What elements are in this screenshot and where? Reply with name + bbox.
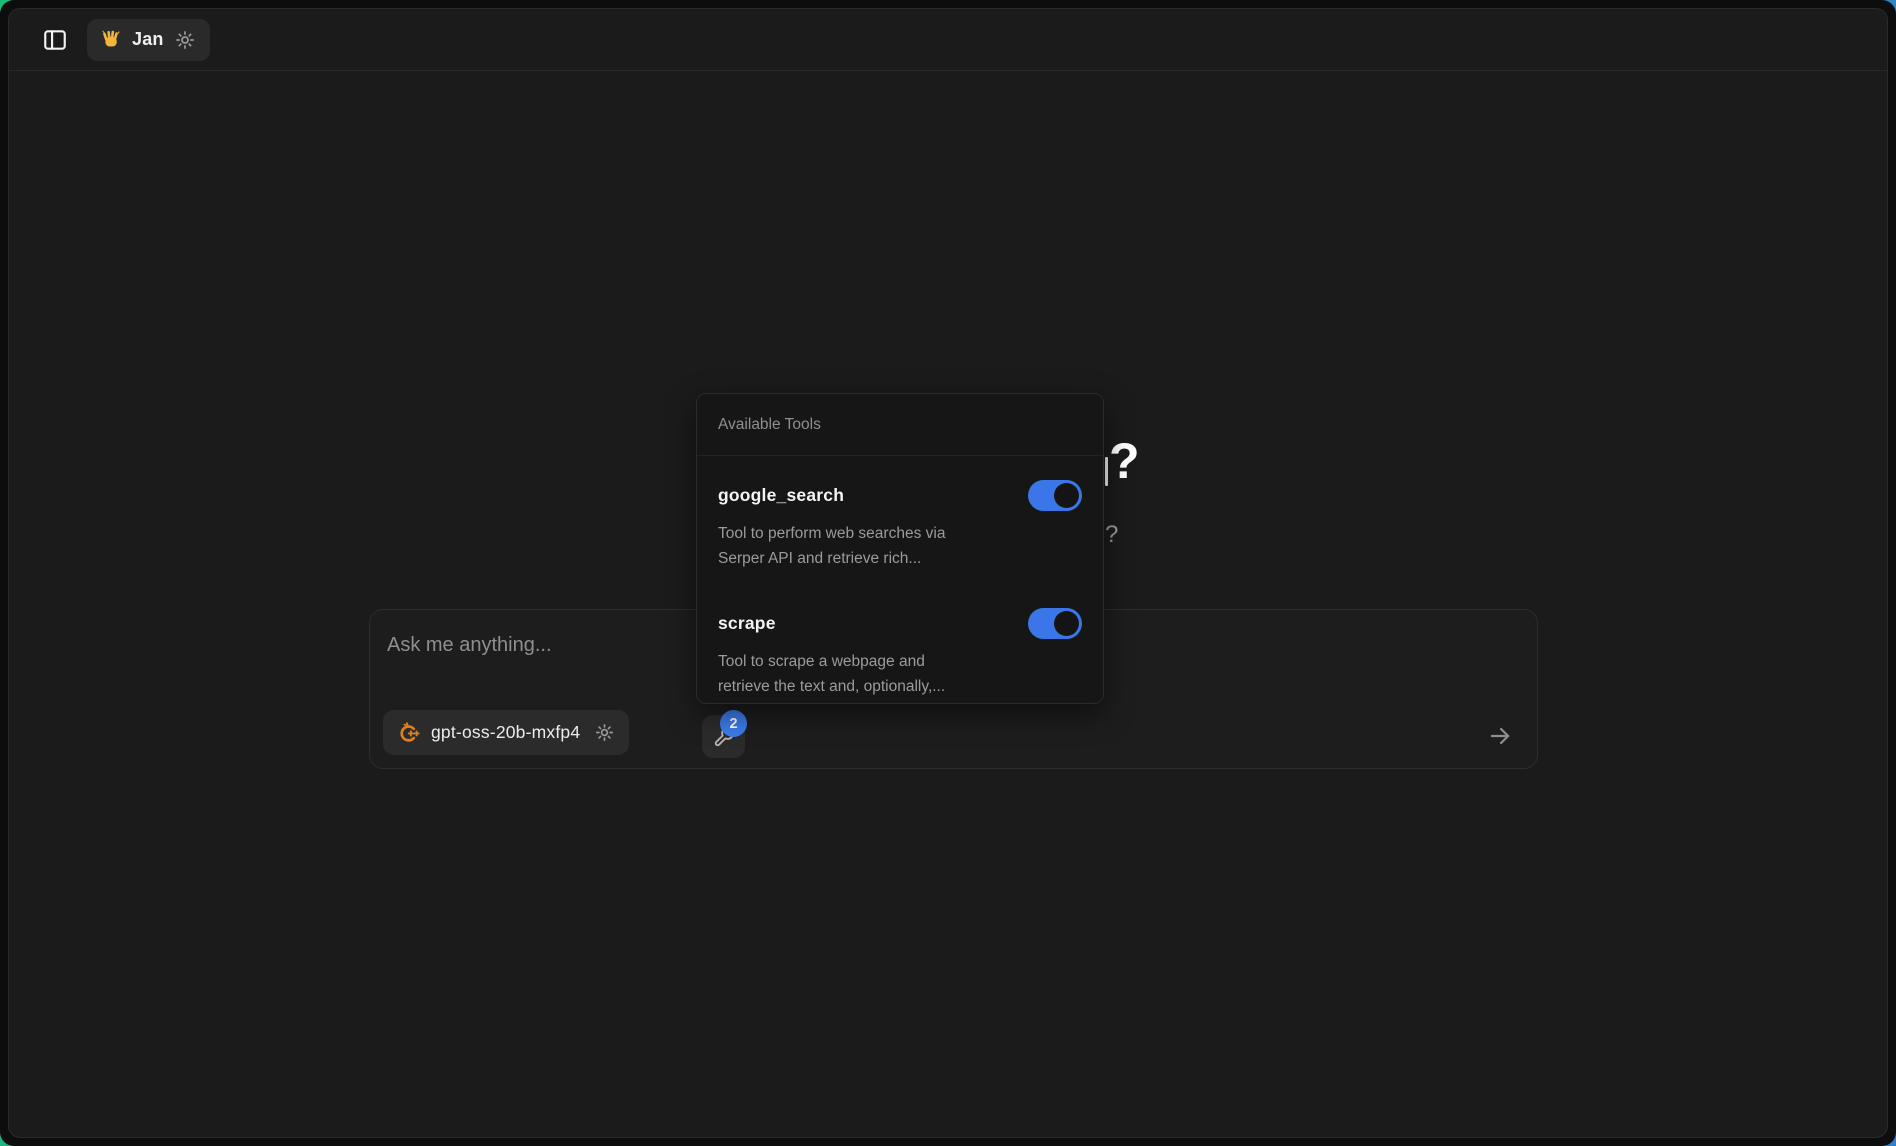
sidebar-toggle-button[interactable] [40,25,70,55]
send-button[interactable] [1482,718,1518,754]
tool-row-google-search: google_search Tool to perform web search… [697,456,1103,571]
hero-subheading-fragment: ? [1105,521,1118,549]
app-title: Jan [132,29,164,50]
model-settings-button[interactable] [594,722,615,743]
tool-description: Tool to perform web searches via Serper … [718,521,976,571]
available-tools-popover: Available Tools google_search Tool to pe… [696,393,1104,704]
gear-icon [174,29,196,51]
tool-row-scrape: scrape Tool to scrape a webpage and retr… [697,584,1103,699]
llamacpp-model-icon [397,721,420,744]
tool-description: Tool to scrape a webpage and retrieve th… [718,649,976,699]
desktop-background: Jan ? ? [0,0,1896,1146]
hero-heading-letter-sliver [1105,457,1108,486]
wave-icon [101,29,122,50]
popover-title: Available Tools [697,394,1103,456]
jan-app-window: Jan ? ? [8,8,1888,1138]
topbar: Jan [9,9,1887,71]
model-name-label: gpt-oss-20b-mxfp4 [431,722,580,743]
model-selector-button[interactable]: gpt-oss-20b-mxfp4 [383,710,629,755]
toggle-knob [1054,611,1079,636]
arrow-right-icon [1487,723,1513,749]
toggle-knob [1054,483,1079,508]
panel-left-icon [42,27,68,53]
app-settings-button[interactable] [174,29,196,51]
gear-icon [594,722,615,743]
app-home-pill[interactable]: Jan [87,19,210,61]
tool-toggle-google-search[interactable] [1028,480,1082,511]
hero-heading-fragment: ? [1109,433,1140,489]
tools-count-badge[interactable]: 2 [720,710,747,737]
tool-toggle-scrape[interactable] [1028,608,1082,639]
tool-name: scrape [718,613,776,634]
tool-name: google_search [718,485,844,506]
